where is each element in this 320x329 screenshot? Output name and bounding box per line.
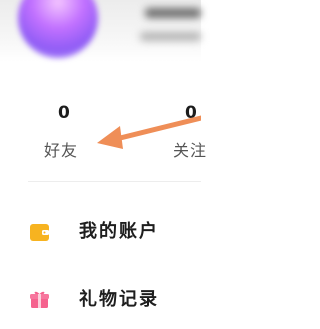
menu-item-my-account[interactable]: 我的账户 bbox=[0, 210, 201, 258]
wallet-icon bbox=[30, 224, 49, 241]
menu-label-gift-records: 礼物记录 bbox=[79, 289, 159, 310]
menu-item-gift-records[interactable]: 礼物记录 bbox=[0, 278, 201, 326]
gift-icon bbox=[30, 291, 49, 308]
menu-label-my-account: 我的账户 bbox=[79, 221, 159, 242]
section-divider bbox=[28, 181, 201, 182]
